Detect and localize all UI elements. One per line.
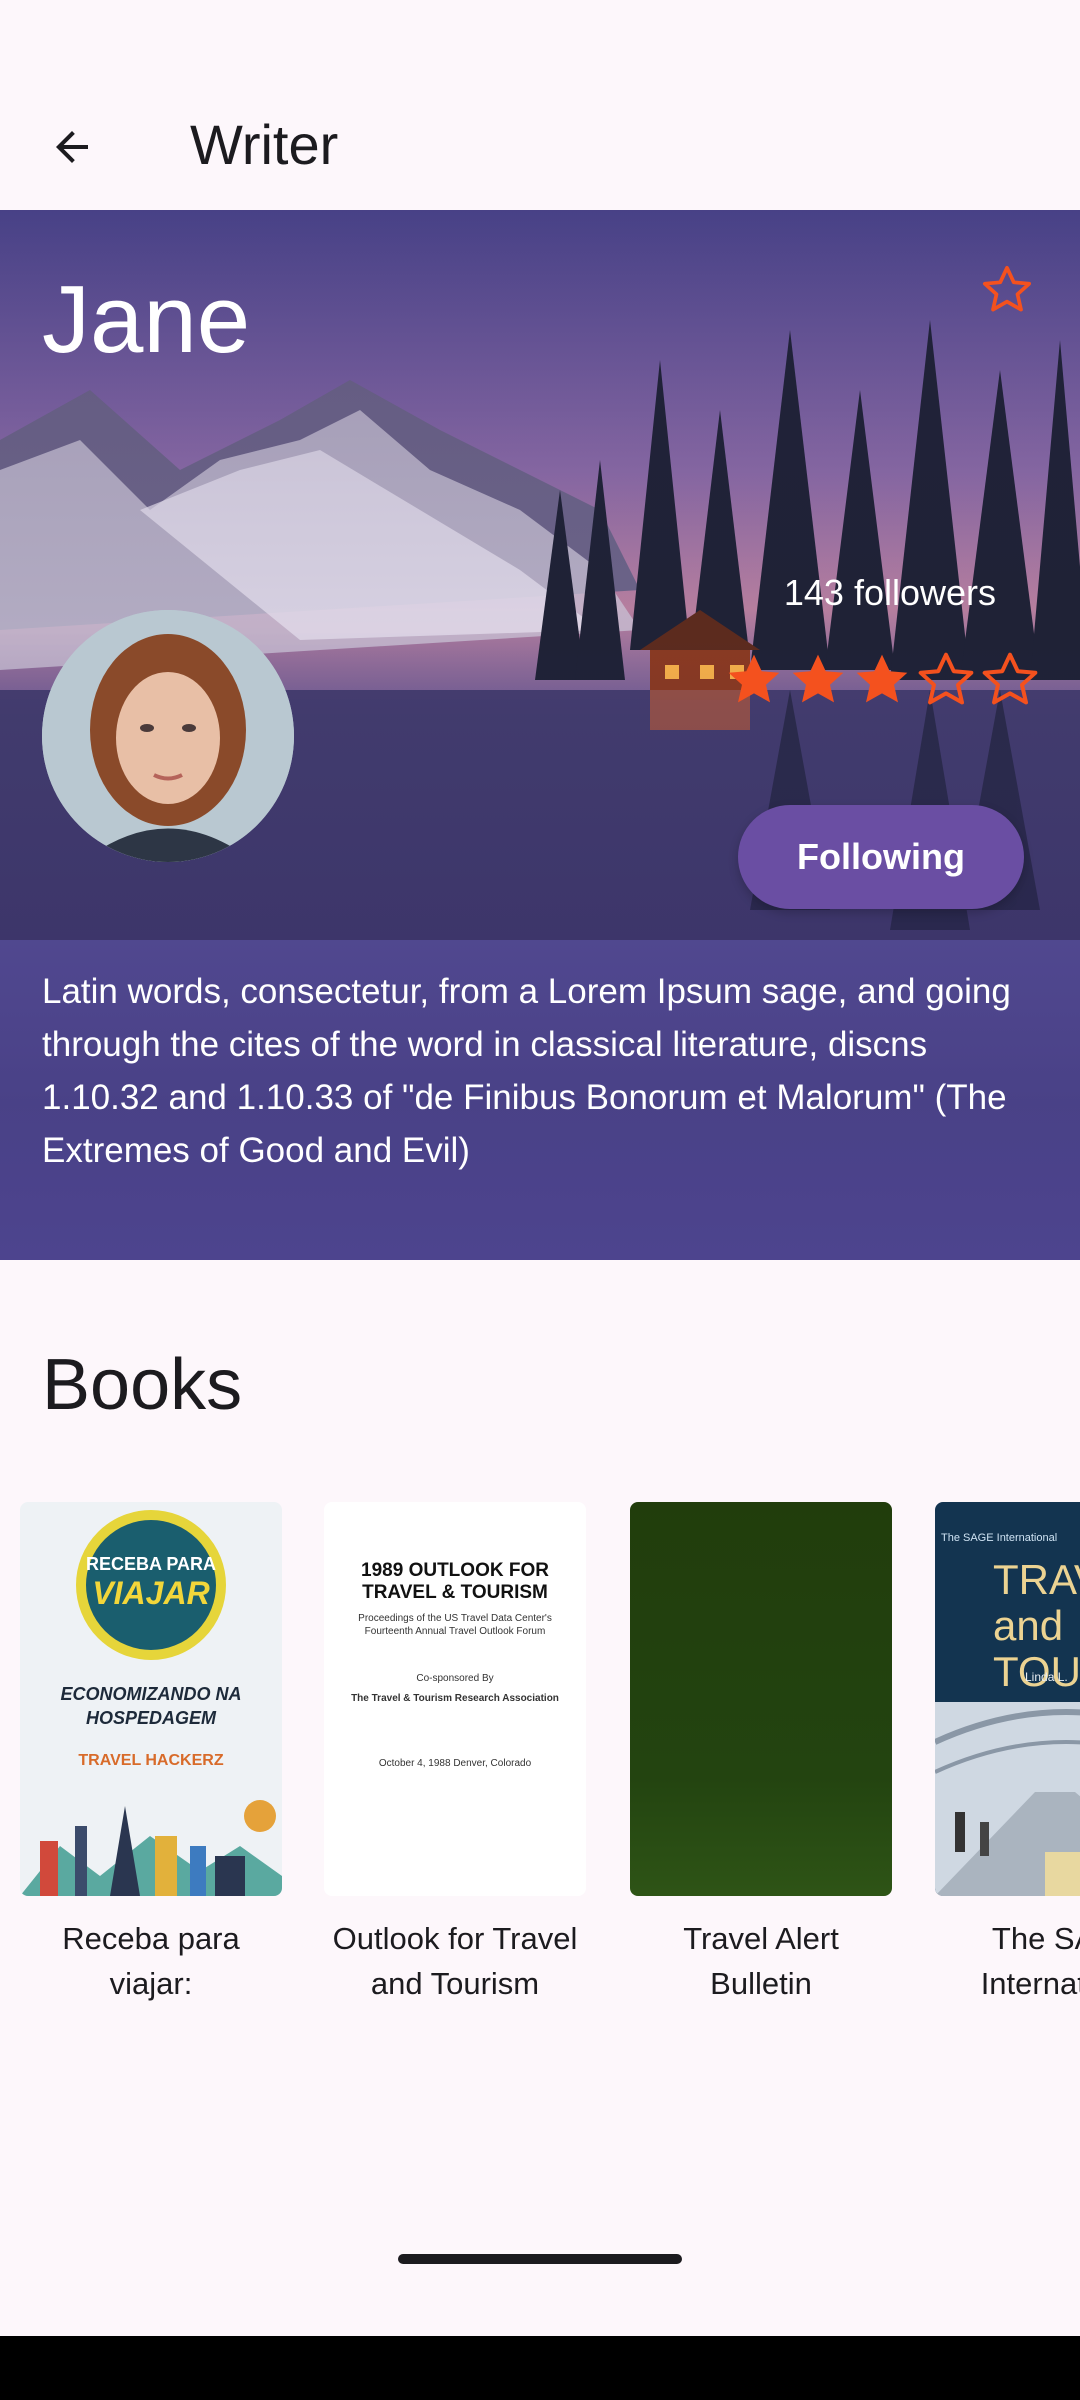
book-title: The SAGE International (980, 1921, 1080, 2001)
cover-text: Co-sponsored By (416, 1673, 494, 1684)
book-cover: RECEBA PARA VIAJAR ECONOMIZANDO NA HOSPE… (20, 1502, 282, 1896)
book-title: Travel Alert Bulletin (683, 1921, 839, 2001)
favorite-button[interactable] (972, 255, 1042, 325)
books-carousel[interactable]: RECEBA PARA VIAJAR ECONOMIZANDO NA HOSPE… (20, 1502, 1080, 2022)
rating-stars (722, 648, 1042, 712)
star-filled-icon (792, 654, 844, 703)
cover-text: The SAGE International (941, 1532, 1058, 1544)
arrow-left-icon (56, 131, 88, 163)
status-bar (0, 0, 1080, 60)
book-card[interactable]: 1989 OUTLOOK FOR TRAVEL & TOURISM Procee… (324, 1502, 586, 2006)
cover-text: Proceedings of the US Travel Data Center… (358, 1613, 552, 1637)
star-filled-icon (856, 654, 908, 703)
book-title: Receba para viajar: (62, 1921, 240, 2001)
book-cover: 1989 OUTLOOK FOR TRAVEL & TOURISM Procee… (324, 1502, 586, 1896)
cover-text: TRAVEL HACKERZ (78, 1752, 224, 1769)
following-button[interactable]: Following (738, 805, 1024, 909)
cover-text: The Travel & Tourism Research Associatio… (351, 1693, 559, 1704)
star-outline-icon (918, 652, 974, 705)
station-image (935, 1702, 1080, 1896)
cover-text: Linda L. (1025, 1670, 1068, 1684)
city-skyline-image (20, 1800, 282, 1896)
cover-text: October 4, 1988 Denver, Colorado (378, 1758, 532, 1769)
app-bar: Writer (0, 60, 1080, 210)
book-cover: The SAGE International TRAVEL and TOURIS… (935, 1502, 1080, 1896)
book-cover (630, 1502, 892, 1896)
books-heading: Books (42, 1345, 243, 1425)
cover-text: 1989 OUTLOOK FOR TRAVEL & TOURISM (361, 1560, 549, 1603)
writer-portrait-image (42, 610, 294, 862)
star-outline-icon (982, 265, 1032, 312)
book-title: Outlook for Travel and Tourism (332, 1921, 578, 2001)
home-indicator[interactable] (398, 2254, 682, 2264)
writer-name: Jane (42, 266, 251, 373)
page-title: Writer (190, 113, 339, 176)
star-outline-icon (982, 652, 1038, 705)
cover-text: ECONOMIZANDO NA HOSPEDAGEM (60, 1684, 242, 1728)
star-filled-icon (728, 654, 780, 703)
writer-bio: Latin words, consectetur, from a Lorem I… (42, 972, 1011, 1170)
navigation-bar (0, 2336, 1080, 2400)
avatar (42, 610, 294, 862)
writer-header: Jane 143 followers Following Latin words… (0, 210, 1080, 1260)
cover-text: VIAJAR (92, 1575, 210, 1611)
book-card[interactable]: The SAGE International TRAVEL and TOURIS… (935, 1502, 1080, 2006)
book-card[interactable]: RECEBA PARA VIAJAR ECONOMIZANDO NA HOSPE… (20, 1502, 282, 2006)
book-card[interactable]: Travel Alert Bulletin (630, 1502, 892, 2006)
back-button[interactable] (30, 105, 114, 189)
followers-count: 143 followers (783, 572, 996, 613)
cover-text: RECEBA PARA (85, 1554, 216, 1574)
